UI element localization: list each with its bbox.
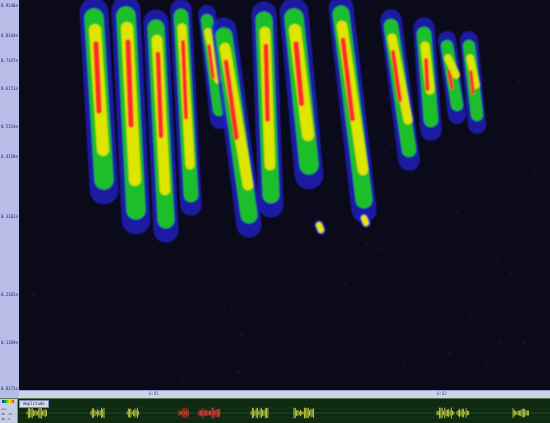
frequency-tick: 0.6151e bbox=[1, 86, 18, 91]
frequency-axis: 0.9140e 0.8144e 0.7147e 0.6151e 0.5154e … bbox=[0, 0, 20, 398]
amplitude-side-label: env bbox=[1, 407, 7, 411]
time-label: 0:01 bbox=[149, 391, 159, 396]
spectrogram-viewer: 0.9140e 0.8144e 0.7147e 0.6151e 0.5154e … bbox=[0, 0, 550, 423]
spectrogram-canvas[interactable] bbox=[19, 0, 550, 390]
amplitude-waveform[interactable] bbox=[19, 399, 550, 423]
amplitude-panel: env dB -13 dB -5 Amplitude bbox=[0, 398, 550, 423]
frequency-tick: 0.1169e bbox=[1, 340, 18, 345]
frequency-tick: 0.7147e bbox=[1, 58, 18, 63]
frequency-tick: 0.9140e bbox=[1, 3, 18, 8]
amplitude-side-label: dB -13 bbox=[1, 412, 12, 416]
amplitude-side-panel: env dB -13 dB -5 bbox=[0, 399, 18, 423]
frequency-tick: 0.4158e bbox=[1, 154, 18, 159]
amplitude-side-label: dB -5 bbox=[1, 417, 11, 421]
time-label: 0:02 bbox=[437, 391, 447, 396]
frequency-tick: 0.0172e bbox=[1, 386, 18, 391]
color-scale-icon[interactable] bbox=[2, 400, 14, 403]
spectrogram-image bbox=[19, 0, 550, 390]
frequency-tick: 0.3162e bbox=[1, 214, 18, 219]
frequency-tick: 0.5154e bbox=[1, 124, 18, 129]
frequency-tick: 0.2165e bbox=[1, 292, 18, 297]
amplitude-tab[interactable]: Amplitude bbox=[19, 400, 49, 408]
frequency-tick: 0.8144e bbox=[1, 33, 18, 38]
